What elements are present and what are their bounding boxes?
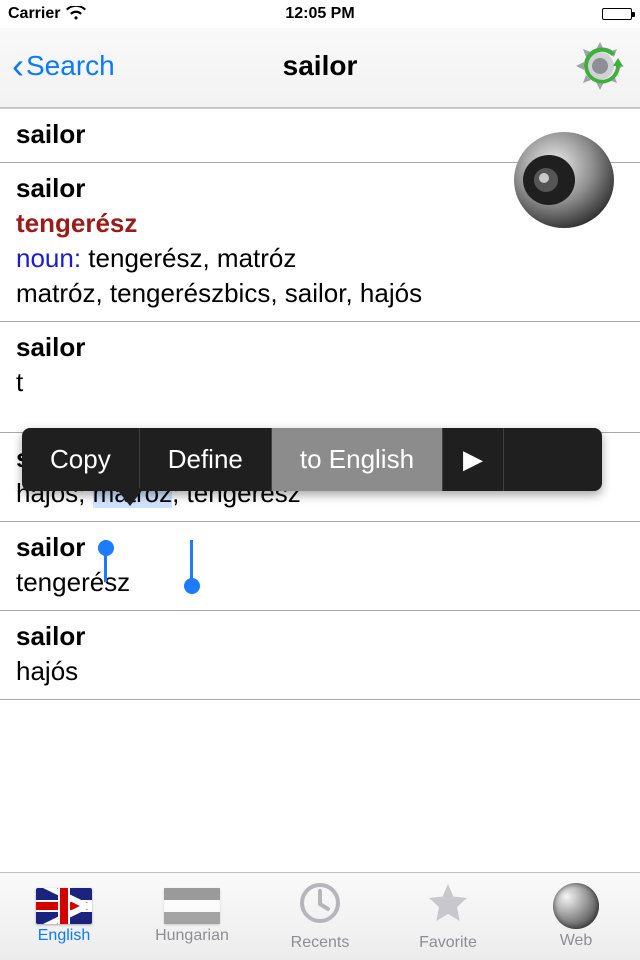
- back-label: Search: [26, 50, 115, 82]
- selection-handle-bar[interactable]: [190, 540, 193, 582]
- clock-icon: [299, 882, 341, 931]
- translations-line: matróz, tengerészbics, sailor, hajós: [16, 278, 624, 309]
- context-menu-tail: [116, 488, 144, 506]
- tab-label: English: [38, 927, 90, 945]
- context-menu: Copy Define to English ▶: [22, 428, 602, 491]
- pos-line: noun: tengerész, matróz: [16, 243, 624, 274]
- copy-menu-item[interactable]: Copy: [22, 428, 140, 491]
- pronounce-button[interactable]: [506, 120, 622, 236]
- dictionary-entry[interactable]: sailor tengerész: [0, 522, 640, 611]
- gear-refresh-icon: [572, 38, 628, 94]
- to-english-menu-item[interactable]: to English: [272, 428, 443, 491]
- tab-bar: English Hungarian Recents Favorite Web: [0, 872, 640, 960]
- more-menu-item[interactable]: ▶: [443, 428, 504, 491]
- status-bar: Carrier 12:05 PM: [0, 0, 640, 28]
- tab-web[interactable]: Web: [512, 873, 640, 960]
- battery-icon: [602, 8, 632, 20]
- tab-label: Hungarian: [155, 927, 229, 945]
- translations-line: hajós: [16, 656, 624, 687]
- tab-hungarian[interactable]: Hungarian: [128, 873, 256, 960]
- define-menu-item[interactable]: Define: [140, 428, 272, 491]
- translations-line: t: [16, 367, 624, 398]
- headword: sailor: [16, 621, 624, 652]
- chevron-left-icon: ‹: [12, 48, 24, 84]
- back-button[interactable]: ‹ Search: [12, 48, 115, 84]
- tab-label: Web: [560, 932, 593, 950]
- headword: sailor: [16, 332, 624, 363]
- tab-english[interactable]: English: [0, 873, 128, 960]
- settings-button[interactable]: [572, 38, 628, 94]
- star-icon: [426, 882, 470, 931]
- part-of-speech: noun:: [16, 243, 81, 273]
- uk-flag-icon: [36, 888, 92, 924]
- hu-flag-icon: [164, 888, 220, 924]
- selection-handle-start[interactable]: [98, 540, 114, 556]
- tab-label: Recents: [291, 934, 350, 952]
- dictionary-entry[interactable]: sailor hajós: [0, 611, 640, 700]
- speaker-icon: [506, 120, 622, 236]
- tab-recents[interactable]: Recents: [256, 873, 384, 960]
- globe-icon: [553, 883, 599, 929]
- nav-bar: ‹ Search sailor: [0, 28, 640, 108]
- tab-label: Favorite: [419, 934, 477, 952]
- dictionary-entry[interactable]: sailor t: [0, 322, 640, 433]
- translations-line: tengerész: [16, 567, 624, 598]
- selection-handle-end[interactable]: [184, 578, 200, 594]
- tab-favorite[interactable]: Favorite: [384, 873, 512, 960]
- content-area: sailor sailor tengerész noun: tengerész,…: [0, 108, 640, 872]
- clock: 12:05 PM: [0, 5, 640, 23]
